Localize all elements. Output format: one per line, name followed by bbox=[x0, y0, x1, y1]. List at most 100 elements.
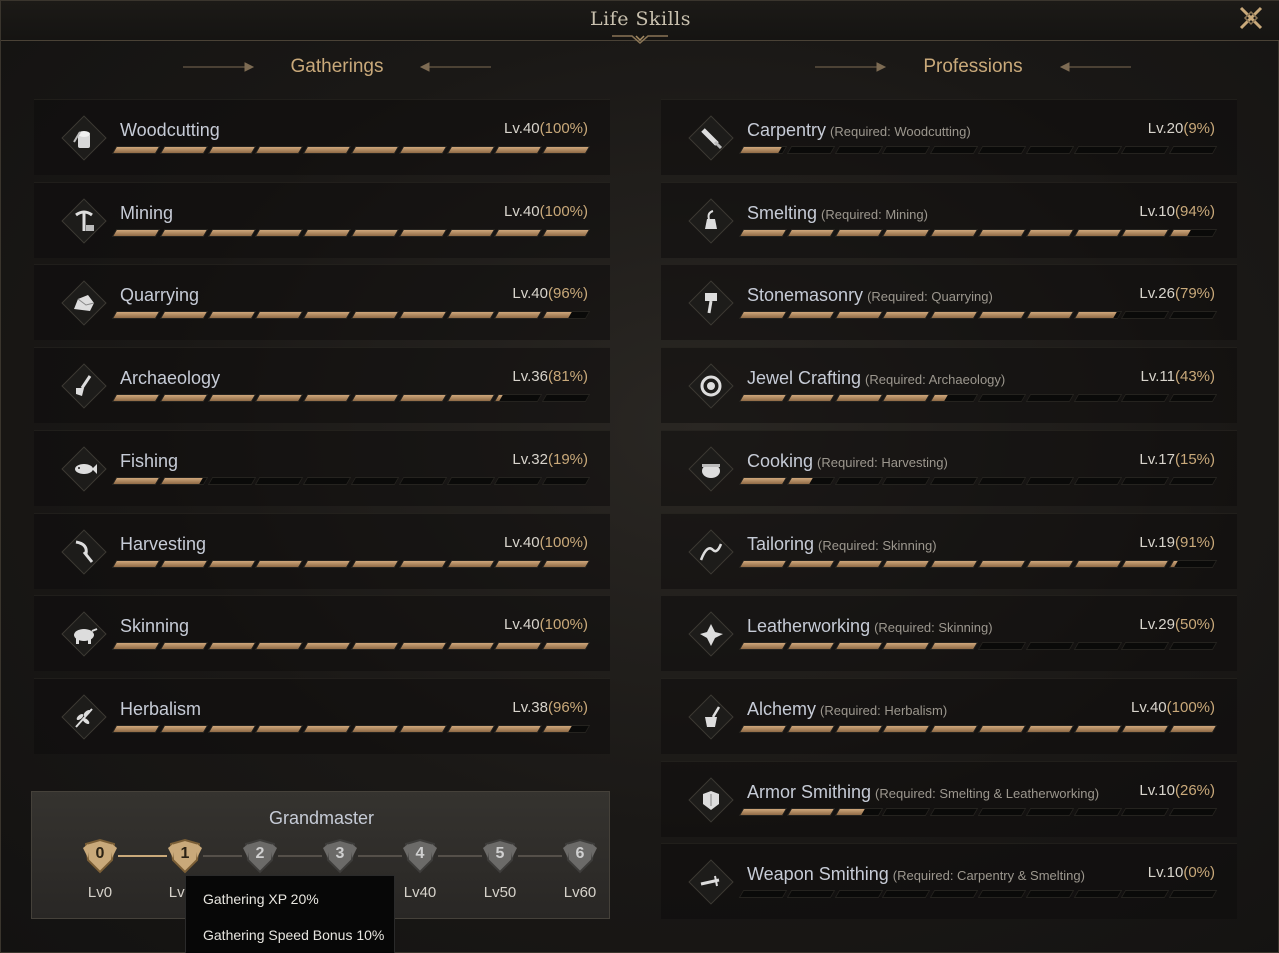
skill-row-tailoring[interactable]: Tailoring (Required: Skinning) Lv.19(91%) bbox=[661, 512, 1237, 589]
progress-segment bbox=[882, 559, 931, 568]
progress-fill bbox=[788, 891, 792, 898]
progress-fill bbox=[788, 147, 792, 153]
close-button[interactable] bbox=[1237, 4, 1265, 32]
skill-row-fishing[interactable]: Fishing Lv.32(19%) bbox=[34, 429, 610, 506]
progress-fill bbox=[1170, 643, 1174, 650]
progress-segment bbox=[111, 476, 161, 485]
skill-row-leatherworking[interactable]: Leatherworking (Required: Skinning) Lv.29(… bbox=[661, 595, 1237, 672]
progress-segment bbox=[977, 146, 1027, 154]
progress-segment bbox=[398, 724, 447, 733]
progress-fill bbox=[788, 229, 834, 236]
grandmaster-badge-5[interactable]: 5 bbox=[482, 838, 518, 874]
progress-fill bbox=[835, 229, 882, 236]
grandmaster-badge-3[interactable]: 3 bbox=[322, 838, 358, 874]
progress-fill bbox=[931, 312, 977, 319]
progress-segment bbox=[111, 146, 161, 154]
skill-row-woodcutting[interactable]: Woodcutting Lv.40(100%) bbox=[34, 99, 610, 175]
skill-row-weapon-smithing[interactable]: Weapon Smithing (Required: Carpentry & Sm… bbox=[661, 843, 1237, 920]
progress-fill bbox=[1170, 891, 1174, 898]
progress-segment bbox=[786, 228, 835, 237]
progress-segment bbox=[786, 724, 835, 733]
progress-segment bbox=[350, 311, 400, 320]
progress-fill bbox=[1122, 312, 1127, 319]
progress-segment bbox=[977, 311, 1027, 320]
progress-segment bbox=[1121, 146, 1170, 154]
progress-segment bbox=[350, 642, 400, 651]
skill-row-smelting[interactable]: Smelting (Required: Mining) Lv.10(94%) bbox=[661, 181, 1237, 258]
skill-row-mining[interactable]: Mining Lv.40(100%) bbox=[34, 181, 610, 258]
skill-row-harvesting[interactable]: Harvesting Lv.40(100%) bbox=[34, 512, 610, 589]
skill-name: Herbalism bbox=[120, 699, 201, 720]
progress-fill bbox=[979, 477, 983, 484]
skill-progress-bar bbox=[738, 642, 1218, 651]
life-skills-window: Life Skills Gatherings Professions Woodc… bbox=[0, 0, 1279, 953]
progress-fill bbox=[1027, 147, 1031, 153]
progress-fill bbox=[495, 147, 541, 153]
skill-name: Tailoring (Required: Skinning) bbox=[747, 534, 937, 555]
progress-segment bbox=[1073, 724, 1122, 733]
skill-progress-bar bbox=[111, 642, 591, 651]
progress-fill bbox=[883, 560, 929, 567]
progress-segment bbox=[207, 394, 256, 403]
skill-row-armor-smithing[interactable]: Armor Smithing (Required: Smelting & Leat… bbox=[661, 760, 1237, 837]
progress-segment bbox=[1025, 890, 1074, 899]
progress-fill bbox=[495, 560, 541, 567]
progress-fill bbox=[400, 312, 446, 319]
grandmaster-badge-0[interactable]: 0 bbox=[82, 838, 118, 874]
progress-fill bbox=[543, 312, 572, 319]
progress-fill bbox=[1122, 229, 1168, 236]
progress-fill bbox=[979, 395, 983, 402]
skill-row-herbalism[interactable]: Herbalism Lv.38(96%) bbox=[34, 677, 610, 754]
skill-progress-bar bbox=[738, 476, 1218, 485]
skill-requirement: (Required: Skinning) bbox=[818, 537, 937, 553]
skill-row-carpentry[interactable]: Carpentry (Required: Woodcutting) Lv.20(9%… bbox=[661, 99, 1237, 175]
progress-fill bbox=[304, 312, 350, 319]
progress-fill bbox=[543, 229, 589, 236]
grandmaster-connector bbox=[518, 855, 562, 857]
progress-fill bbox=[1074, 725, 1121, 732]
skill-name: Alchemy (Required: Herbalism) bbox=[747, 699, 947, 720]
progress-segment bbox=[1168, 146, 1218, 154]
progress-fill bbox=[304, 560, 350, 567]
progress-segment bbox=[882, 228, 931, 237]
progress-fill bbox=[740, 725, 786, 732]
skill-name-text: Mining bbox=[120, 202, 174, 223]
progress-fill bbox=[883, 808, 888, 815]
progress-segment bbox=[541, 228, 591, 237]
window-title: Life Skills bbox=[589, 8, 692, 30]
grandmaster-badge-6[interactable]: 6 bbox=[562, 838, 598, 874]
progress-segment bbox=[494, 724, 543, 733]
skill-row-archaeology[interactable]: Archaeology Lv.36(81%) bbox=[34, 347, 610, 424]
skill-level-percent: (91%) bbox=[1174, 533, 1215, 551]
progress-segment bbox=[786, 146, 835, 154]
progress-segment bbox=[929, 724, 979, 733]
skill-name: Cooking (Required: Harvesting) bbox=[747, 451, 948, 472]
skill-row-quarrying[interactable]: Quarrying Lv.40(96%) bbox=[34, 264, 610, 341]
badge-number: 5 bbox=[495, 845, 505, 862]
skill-row-cooking[interactable]: Cooking (Required: Harvesting) Lv.17(15%) bbox=[661, 429, 1237, 506]
progress-segment bbox=[1121, 559, 1170, 568]
grandmaster-badge-1[interactable]: 1 bbox=[167, 838, 203, 874]
skill-name: Weapon Smithing (Required: Carpentry & Sm… bbox=[747, 864, 1085, 885]
progress-segment bbox=[882, 311, 931, 320]
progress-segment bbox=[302, 724, 352, 733]
progress-fill bbox=[931, 643, 977, 650]
skill-row-stonemasonry[interactable]: Stonemasonry (Required: Quarrying) Lv.26(7… bbox=[661, 264, 1237, 341]
progress-segment bbox=[398, 146, 447, 154]
grandmaster-badge-4[interactable]: 4 bbox=[402, 838, 438, 874]
skill-level: Lv.32(19%) bbox=[512, 451, 588, 468]
progress-segment bbox=[929, 890, 979, 899]
progress-fill bbox=[883, 891, 888, 898]
skill-row-skinning[interactable]: Skinning Lv.40(100%) bbox=[34, 595, 610, 672]
skill-requirement: (Required: Smelting & Leatherworking) bbox=[875, 785, 1100, 801]
progress-segment bbox=[882, 724, 931, 733]
progress-segment bbox=[929, 476, 979, 485]
skill-name-text: Tailoring bbox=[747, 533, 815, 554]
skill-row-alchemy[interactable]: Alchemy (Required: Herbalism) Lv.40(100%) bbox=[661, 677, 1237, 754]
progress-segment bbox=[159, 228, 208, 237]
skill-row-jewel-crafting[interactable]: Jewel Crafting (Required: Archaeology) Lv.… bbox=[661, 347, 1237, 424]
progress-segment bbox=[255, 228, 304, 237]
progress-fill bbox=[495, 395, 504, 402]
grandmaster-badge-2[interactable]: 2 bbox=[242, 838, 278, 874]
progress-segment bbox=[494, 642, 543, 651]
